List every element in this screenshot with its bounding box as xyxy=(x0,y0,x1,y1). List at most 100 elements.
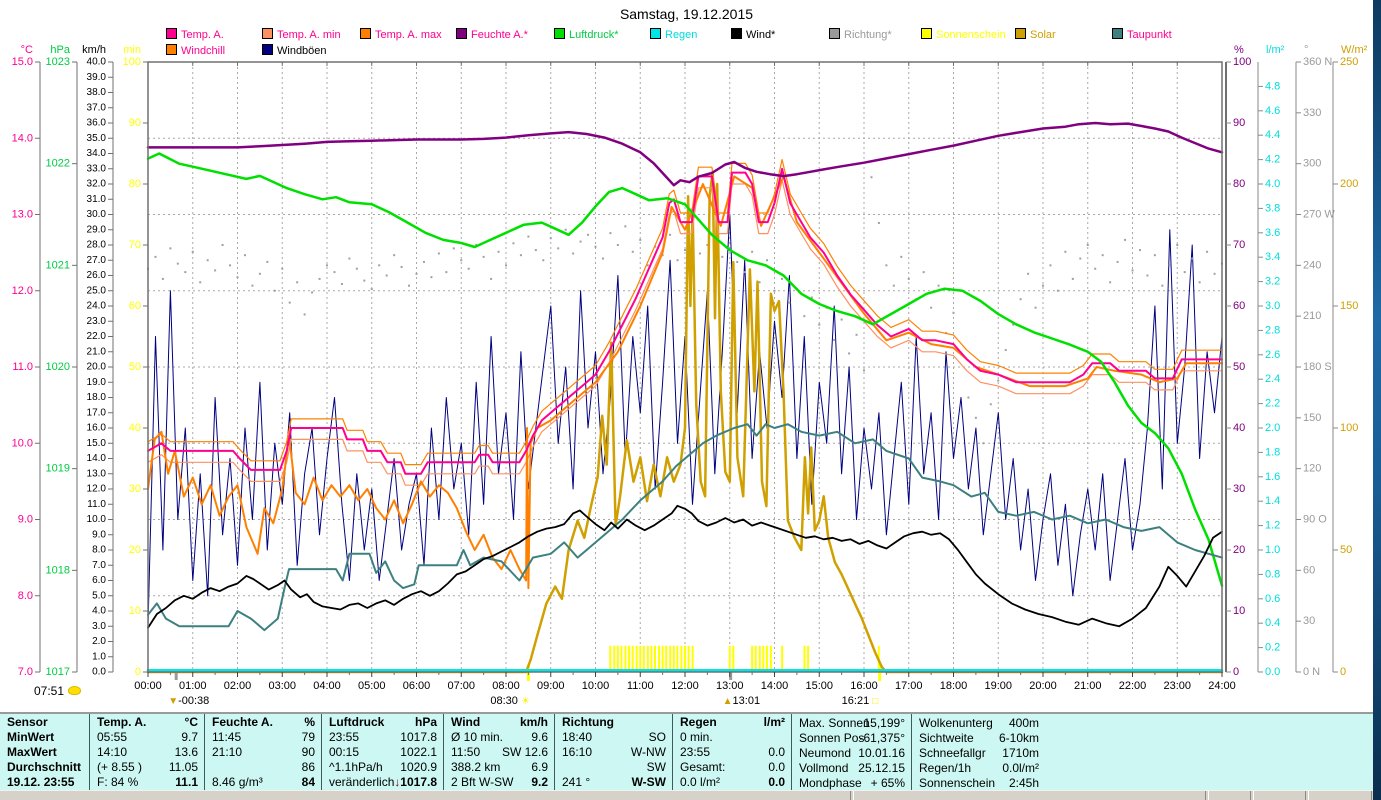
series-richtung xyxy=(176,262,179,265)
table-cell: W-NW xyxy=(630,745,666,759)
table-cell: 400m xyxy=(1008,716,1039,730)
series-richtung xyxy=(266,260,269,263)
axis-tick-label: 1019 xyxy=(46,463,70,475)
table-cell: F: 84 % xyxy=(97,775,139,789)
axis-tick-label: 3.2 xyxy=(1265,276,1280,288)
table-cell: Sonnen Pos xyxy=(799,731,865,745)
series-richtung xyxy=(1116,260,1119,263)
axis-tick-label: min xyxy=(123,44,141,56)
table-row: ^1.1hPa/h 1020.9 xyxy=(322,760,443,775)
axis-tick-label: 22:00 xyxy=(1119,680,1147,692)
axis-tick-label: 33.0 xyxy=(87,163,107,174)
axis-tick-label: 07:00 xyxy=(447,680,475,692)
axis-tick-label: 35.0 xyxy=(87,133,107,144)
axis-tick-label: 4.0 xyxy=(1265,178,1280,190)
series-richtung xyxy=(221,244,224,246)
series-richtung xyxy=(751,250,754,253)
table-row: 23:55 0.0 xyxy=(673,745,791,760)
axis-tick-label: 180 S xyxy=(1303,361,1332,373)
status-bar-divider xyxy=(1250,791,1254,800)
series-richtung xyxy=(303,313,306,316)
series-sonnenschein xyxy=(646,645,649,672)
table-row: Mondphase + 65% xyxy=(792,776,911,791)
series-richtung xyxy=(579,240,582,243)
series-sonnenschein xyxy=(669,645,672,672)
table-cell: 16:10 xyxy=(562,745,593,759)
table-row: 21:10 90 xyxy=(205,745,321,760)
table-row: Durchschnitt xyxy=(0,760,89,775)
series-richtung xyxy=(967,396,970,399)
series-sonnenschein xyxy=(758,645,761,672)
axis-tick-label: 1.6 xyxy=(1265,471,1280,483)
table-column: Feuchte A.% 11:45 79 21:10 90 86 8.46 g/m³ 84 xyxy=(205,714,322,792)
series-richtung xyxy=(169,247,172,250)
series-sonnenschein xyxy=(609,645,612,672)
table-cell: % xyxy=(304,715,315,729)
series-richtung xyxy=(773,289,776,292)
table-row: 388.2 km 6.9 xyxy=(444,760,554,775)
series-richtung xyxy=(430,276,433,279)
table-row: Luftdruck hPa xyxy=(322,715,443,730)
table-column: Temp. A. °C 05:55 9.7 14:10 13.6 (+ 8.55 ) 11.0… xyxy=(90,714,205,792)
series-richtung xyxy=(251,284,254,287)
series-richtung xyxy=(892,284,895,287)
table-row: Neumond 10.01.16 xyxy=(792,746,911,761)
table-cell: 21:10 xyxy=(212,745,243,759)
axis-tick-label: l/m² xyxy=(1266,44,1285,56)
table-cell: 79 xyxy=(301,730,315,744)
axis-tick-label: 330 xyxy=(1303,107,1321,119)
series-richtung xyxy=(609,232,612,235)
series-richtung xyxy=(930,306,933,309)
series-richtung xyxy=(974,416,977,419)
series-sonnenschein xyxy=(628,645,631,672)
series-richtung xyxy=(385,274,388,277)
axis-tick-label: 23.0 xyxy=(87,316,107,327)
series-sonnenschein xyxy=(635,645,638,672)
table-row: Sichtweite 6-10km xyxy=(912,731,1045,746)
axis-tick-label: 2.6 xyxy=(1265,349,1280,361)
axis-tick-label: 16.0 xyxy=(87,423,107,434)
series-richtung xyxy=(1138,249,1141,252)
table-cell: 11:45 xyxy=(212,730,242,744)
status-bar-divider xyxy=(1205,791,1209,800)
series-richtung xyxy=(393,254,396,257)
axis-tick-label: 0 xyxy=(135,666,141,678)
axis-tick-label: 210 xyxy=(1303,310,1321,322)
series-richtung xyxy=(288,301,291,304)
axis-tick-label: 9.0 xyxy=(18,514,33,526)
axis-tick-label: 2.8 xyxy=(1265,324,1280,336)
axis-tick-label: 0.8 xyxy=(1265,568,1280,580)
table-row: 0 min. xyxy=(673,730,791,745)
table-cell: 13.6 xyxy=(174,745,198,759)
table-row: SW xyxy=(555,760,672,775)
axis-tick-label: 50 xyxy=(1340,544,1352,556)
series-richtung xyxy=(281,267,284,270)
table-column: Luftdruck hPa 23:55 1017.8 00:15 1022.1 ^1.1hP… xyxy=(322,714,444,792)
axis-tick-label: 50 xyxy=(1233,361,1245,373)
table-row: (+ 8.55 ) 11.05 xyxy=(90,760,204,775)
table-cell: 23:55 xyxy=(329,730,360,744)
axis-tick-label: 100 xyxy=(1340,422,1358,434)
series-richtung xyxy=(1146,274,1149,277)
series-richtung xyxy=(601,257,604,260)
series-richtung xyxy=(639,238,642,241)
axis-tick-label: 50 xyxy=(129,361,141,373)
axis-tick-label: 1020 xyxy=(46,361,70,373)
axis-tick-label: 2.4 xyxy=(1265,373,1280,385)
series-richtung xyxy=(1131,269,1134,272)
table-cell: 84 xyxy=(301,775,315,789)
table-cell: Durchschnitt xyxy=(7,760,82,774)
series-richtung xyxy=(184,271,187,274)
series-richtung xyxy=(1086,244,1089,246)
table-cell: 19.12. 23:55 xyxy=(7,775,75,789)
axis-tick-label: 150 xyxy=(1303,412,1321,424)
series-richtung xyxy=(997,379,1000,382)
axis-tick-label: 3.6 xyxy=(1265,227,1280,239)
axis-tick-label: 10.0 xyxy=(87,514,107,525)
series-richtung xyxy=(572,252,575,255)
series-sonnenschein xyxy=(762,645,765,672)
axis-tick-label: 39.0 xyxy=(87,72,107,83)
axis-tick-label: 0 N xyxy=(1303,666,1320,678)
axis-tick-label: 90 xyxy=(129,117,141,129)
series-richtung xyxy=(676,259,679,262)
